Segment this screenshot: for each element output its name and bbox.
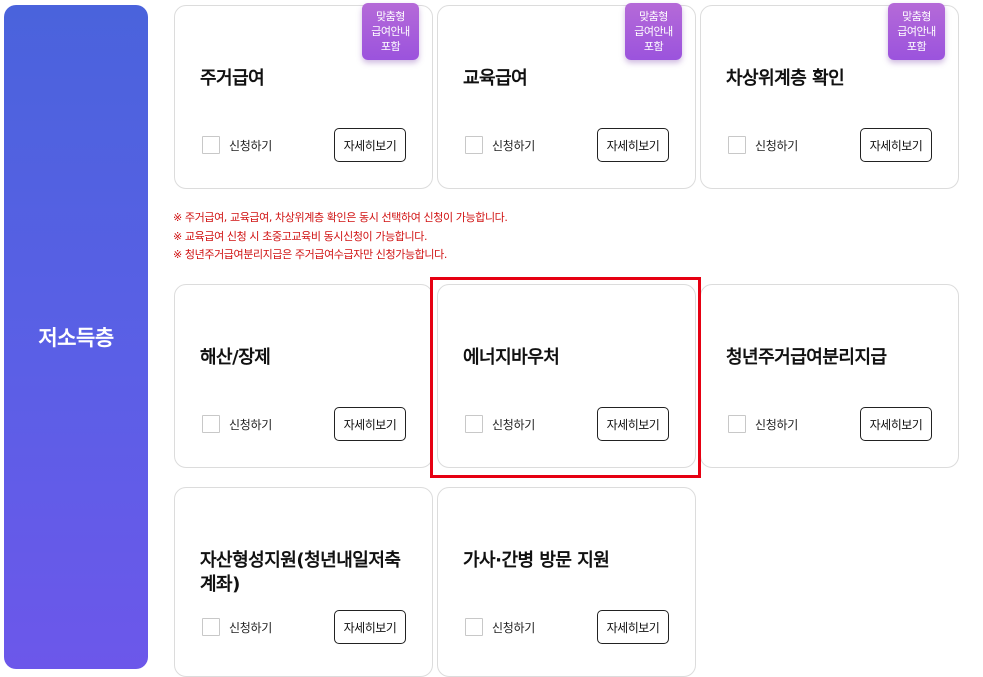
category-label: 저소득층 [38,326,114,350]
card-childbirth-funeral: 해산/장제 신청하기 자세히보기 [174,284,433,468]
detail-button[interactable]: 자세히보기 [334,610,406,644]
card-title: 주거급여 [200,68,265,89]
card-near-poverty-confirmation: 맞춤형 급여안내 포함 차상위계층 확인 신청하기 자세히보기 [700,3,959,189]
apply-checkbox[interactable]: 신청하기 [728,415,798,433]
detail-button[interactable]: 자세히보기 [334,407,406,441]
notice-item: ※ 교육급여 신청 시 초중고교육비 동시신청이 가능합니다. [173,229,428,243]
card-title: 자산형성지원(청년내일저축계좌) [200,550,401,595]
apply-checkbox[interactable]: 신청하기 [465,618,535,636]
apply-checkbox[interactable]: 신청하기 [728,136,798,154]
apply-label: 신청하기 [755,417,798,432]
card-education-benefit: 맞춤형 급여안내 포함 교육급여 신청하기 자세히보기 [437,3,696,189]
customized-benefit-badge: 맞춤형 급여안내 포함 [888,3,945,60]
apply-label: 신청하기 [492,620,535,635]
card-home-care-visit: 가사·간병 방문 지원 신청하기 자세히보기 [437,487,696,677]
notice-item: ※ 주거급여, 교육급여, 차상위계층 확인은 동시 선택하여 신청이 가능합니… [173,211,508,224]
apply-checkbox[interactable]: 신청하기 [465,415,535,433]
checkbox[interactable] [202,618,220,636]
card-housing-benefit: 맞춤형 급여안내 포함 주거급여 신청하기 자세히보기 [174,3,433,189]
checkbox[interactable] [728,415,746,433]
apply-label: 신청하기 [755,138,798,153]
card-title: 에너지바우처 [463,347,560,368]
apply-label: 신청하기 [492,138,535,153]
card-title: 교육급여 [463,68,528,89]
category-panel: 저소득층 [4,5,148,669]
detail-button[interactable]: 자세히보기 [597,128,669,162]
card-youth-housing-separate-payment: 청년주거급여분리지급 신청하기 자세히보기 [700,284,959,468]
checkbox[interactable] [465,415,483,433]
apply-checkbox[interactable]: 신청하기 [202,136,272,154]
checkbox[interactable] [728,136,746,154]
detail-button[interactable]: 자세히보기 [334,128,406,162]
card-title: 가사·간병 방문 지원 [463,550,610,571]
apply-label: 신청하기 [229,417,272,432]
customized-benefit-badge: 맞춤형 급여안내 포함 [362,3,419,60]
apply-checkbox[interactable]: 신청하기 [202,618,272,636]
apply-checkbox[interactable]: 신청하기 [465,136,535,154]
apply-checkbox[interactable]: 신청하기 [202,415,272,433]
card-title: 차상위계층 확인 [726,68,845,89]
checkbox[interactable] [202,415,220,433]
checkbox[interactable] [465,136,483,154]
card-asset-formation: 자산형성지원(청년내일저축계좌) 신청하기 자세히보기 [174,487,433,677]
card-title: 청년주거급여분리지급 [726,347,887,368]
card-energy-voucher: 에너지바우처 신청하기 자세히보기 [437,284,696,468]
notice-list: ※ 주거급여, 교육급여, 차상위계층 확인은 동시 선택하여 신청이 가능합니… [173,209,508,265]
apply-label: 신청하기 [229,138,272,153]
detail-button[interactable]: 자세히보기 [597,610,669,644]
customized-benefit-badge: 맞춤형 급여안내 포함 [625,3,682,60]
checkbox[interactable] [465,618,483,636]
card-title: 해산/장제 [200,347,271,368]
detail-button[interactable]: 자세히보기 [597,407,669,441]
detail-button[interactable]: 자세히보기 [860,128,932,162]
apply-label: 신청하기 [229,620,272,635]
notice-item: ※ 청년주거급여분리지급은 주거급여수급자만 신청가능합니다. [173,248,447,261]
checkbox[interactable] [202,136,220,154]
apply-label: 신청하기 [492,417,535,432]
detail-button[interactable]: 자세히보기 [860,407,932,441]
